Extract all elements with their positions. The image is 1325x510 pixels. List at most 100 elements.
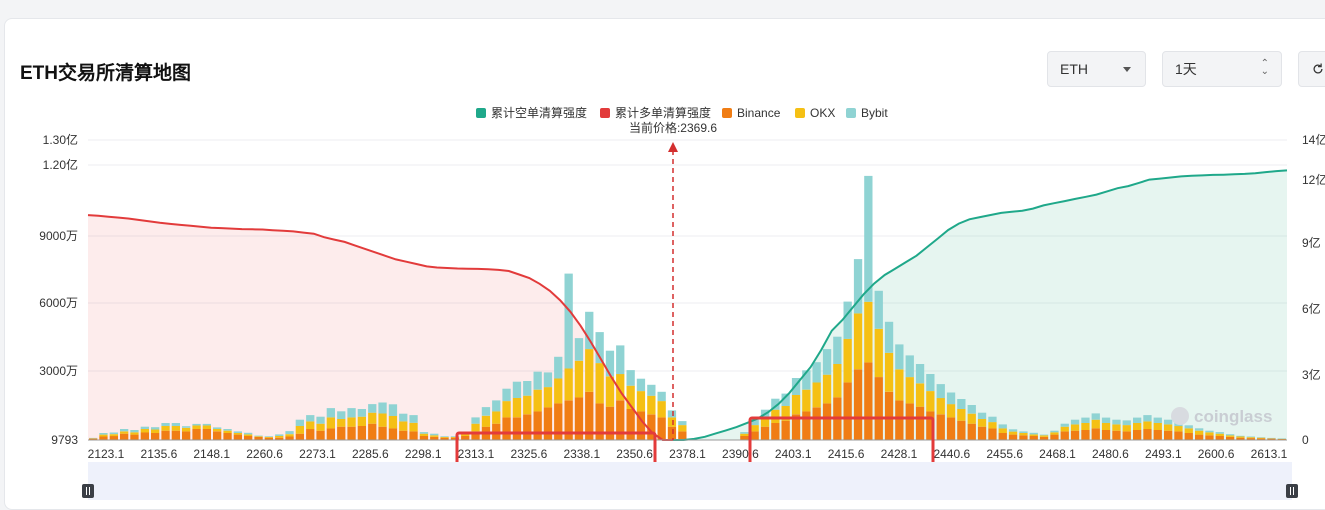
range-handle-left[interactable]	[82, 484, 94, 498]
bar-binance	[543, 407, 553, 440]
bar-okx	[120, 431, 129, 434]
x-tick-label: 2135.6	[141, 447, 178, 461]
bar-bybit	[1277, 438, 1286, 439]
bar-okx	[1215, 433, 1224, 436]
x-tick-label: 2613.1	[1251, 447, 1288, 461]
bar-bybit	[957, 399, 966, 409]
bar-bybit	[616, 345, 625, 375]
bar-bybit	[822, 349, 832, 375]
bar-okx	[295, 426, 304, 434]
bar-binance	[936, 414, 945, 440]
bar-okx	[554, 378, 563, 404]
bar-bybit	[1050, 430, 1059, 433]
bar-binance	[295, 433, 304, 440]
bar-binance	[140, 432, 149, 440]
bar-okx	[1019, 433, 1028, 436]
bar-bybit	[967, 405, 976, 414]
bar-okx	[368, 412, 377, 424]
bar-binance	[812, 407, 821, 440]
bar-okx	[802, 389, 811, 412]
bar-okx	[388, 416, 398, 429]
bar-okx	[853, 313, 863, 370]
bar-bybit	[99, 433, 108, 435]
bar-binance	[1029, 436, 1038, 440]
bar-binance	[357, 426, 366, 440]
bar-binance	[533, 411, 542, 440]
bar-bybit	[1081, 417, 1090, 423]
bar-okx	[905, 377, 914, 404]
bar-bybit	[264, 436, 273, 437]
bar-okx	[171, 426, 180, 431]
x-tick-label: 2455.6	[986, 447, 1023, 461]
bar-okx	[492, 411, 501, 424]
bar-binance	[895, 400, 904, 440]
bar-binance	[884, 391, 894, 440]
bar-bybit	[843, 301, 852, 339]
bar-okx	[740, 433, 749, 436]
bar-okx	[564, 368, 573, 401]
bar-bybit	[998, 424, 1007, 429]
bar-okx	[1029, 434, 1038, 436]
bar-bybit	[657, 391, 666, 402]
x-tick-label: 2403.1	[775, 447, 812, 461]
bar-bybit	[130, 430, 139, 433]
bar-binance	[1060, 431, 1069, 440]
bar-bybit	[533, 371, 542, 390]
range-handle-right[interactable]	[1286, 484, 1298, 498]
x-tick-label: 2260.6	[246, 447, 283, 461]
bar-okx	[233, 433, 242, 435]
bar-bybit	[378, 402, 387, 414]
bar-okx	[750, 425, 759, 432]
bar-binance	[368, 423, 377, 440]
bar-binance	[781, 420, 790, 440]
bar-binance	[378, 426, 387, 440]
bar-okx	[574, 360, 584, 398]
bar-bybit	[430, 433, 439, 436]
bar-bybit	[1236, 435, 1245, 437]
bar-binance	[461, 436, 470, 440]
y-left-tick-label: 3000万	[39, 364, 78, 378]
bar-binance	[399, 430, 408, 440]
bar-okx	[182, 427, 191, 432]
bar-okx	[543, 387, 553, 408]
x-tick-label: 2285.6	[352, 447, 389, 461]
bar-bybit	[233, 431, 242, 433]
bar-bybit	[988, 416, 997, 423]
bar-bybit	[275, 434, 284, 436]
bar-okx	[213, 429, 222, 432]
bar-binance	[1112, 430, 1121, 440]
bar-binance	[419, 436, 429, 440]
current-price-arrow	[668, 142, 678, 152]
bar-okx	[130, 432, 139, 435]
bar-binance	[223, 433, 232, 440]
bar-bybit	[161, 423, 170, 426]
bar-bybit	[523, 381, 532, 396]
bar-okx	[1246, 437, 1255, 439]
bar-bybit	[192, 423, 201, 426]
bar-bybit	[347, 408, 356, 418]
bar-okx	[1153, 423, 1162, 430]
x-tick-label: 2468.1	[1039, 447, 1076, 461]
legend-label: Binance	[737, 106, 781, 120]
bar-okx	[202, 425, 211, 429]
bar-bybit	[678, 421, 687, 426]
bar-bybit	[1184, 425, 1193, 429]
bar-okx	[161, 426, 170, 431]
bar-okx	[926, 391, 935, 412]
bar-okx	[1060, 426, 1069, 432]
bar-bybit	[864, 175, 873, 302]
bar-bybit	[1195, 428, 1204, 431]
bar-binance	[771, 423, 780, 440]
legend-label: Bybit	[861, 106, 888, 120]
bar-okx	[884, 352, 894, 392]
x-tick-label: 2273.1	[299, 447, 336, 461]
bar-bybit	[1226, 434, 1235, 436]
bar-binance	[306, 429, 315, 440]
bar-okx	[357, 416, 366, 426]
x-tick-label: 2123.1	[88, 447, 125, 461]
bar-okx	[1091, 419, 1100, 429]
bar-okx	[337, 419, 346, 427]
bar-bybit	[223, 429, 232, 431]
bar-okx	[1143, 421, 1152, 430]
bar-bybit	[213, 427, 222, 429]
